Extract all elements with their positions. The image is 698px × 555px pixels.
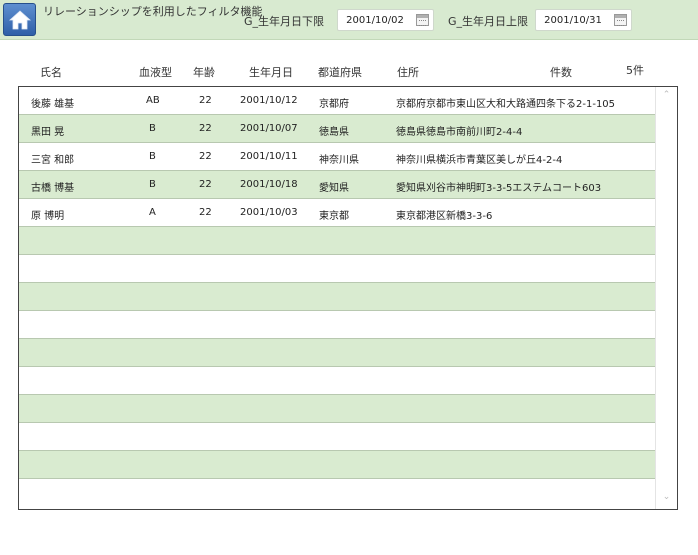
chevron-up-icon[interactable]: ⌃ bbox=[662, 91, 671, 100]
cell-address: 徳島県徳島市南前川町2-4-4 bbox=[396, 127, 523, 138]
top-bar: リレーションシップを利用したフィルタ機能 G_生年月日下限 G_生年月日上限 bbox=[0, 0, 698, 40]
cell-age: 22 bbox=[199, 151, 212, 162]
empty-row[interactable] bbox=[19, 367, 656, 395]
filter-lower-date-field[interactable] bbox=[337, 9, 434, 31]
cell-pref: 愛知県 bbox=[319, 183, 349, 194]
column-header-name: 氏名 bbox=[40, 66, 62, 79]
empty-row[interactable] bbox=[19, 395, 656, 423]
calendar-icon[interactable] bbox=[416, 14, 429, 26]
empty-row[interactable] bbox=[19, 479, 656, 507]
empty-row[interactable] bbox=[19, 339, 656, 367]
app-title: リレーションシップを利用したフィルタ機能 bbox=[43, 5, 263, 18]
cell-age: 22 bbox=[199, 179, 212, 190]
cell-address: 神奈川県横浜市青葉区美しが丘4-2-4 bbox=[396, 155, 563, 166]
chevron-down-icon[interactable]: ⌄ bbox=[662, 493, 671, 502]
column-header-age: 年齢 bbox=[193, 66, 215, 79]
cell-birth: 2001/10/11 bbox=[240, 151, 298, 162]
empty-row[interactable] bbox=[19, 255, 656, 283]
cell-birth: 2001/10/18 bbox=[240, 179, 298, 190]
table-row[interactable]: 原 博明 A 22 2001/10/03 東京都 東京都港区新橋3-3-6 bbox=[19, 199, 656, 227]
filter-upper-label: G_生年月日上限 bbox=[448, 15, 529, 28]
cell-address: 京都府京都市東山区大和大路通四条下る2-1-105 bbox=[396, 99, 616, 110]
table-row[interactable]: 黒田 晃 B 22 2001/10/07 徳島県 徳島県徳島市南前川町2-4-4 bbox=[19, 115, 656, 143]
cell-age: 22 bbox=[199, 123, 212, 134]
vertical-scrollbar[interactable]: ⌃ ⌄ bbox=[655, 87, 677, 509]
cell-name: 三宮 和郎 bbox=[31, 155, 75, 166]
cell-name: 黒田 晃 bbox=[31, 127, 65, 138]
cell-blood: A bbox=[149, 207, 156, 218]
filter-lower-label: G_生年月日下限 bbox=[244, 15, 325, 28]
cell-blood: B bbox=[149, 123, 156, 134]
cell-pref: 神奈川県 bbox=[319, 155, 359, 166]
table-row[interactable]: 後藤 雄基 AB 22 2001/10/12 京都府 京都府京都市東山区大和大路… bbox=[19, 87, 656, 115]
record-count: 5件 bbox=[626, 64, 644, 77]
cell-name: 古橋 博基 bbox=[31, 183, 75, 194]
cell-blood: B bbox=[149, 151, 156, 162]
cell-pref: 東京都 bbox=[319, 211, 349, 222]
column-header-birth: 生年月日 bbox=[249, 66, 293, 79]
filter-upper-input[interactable] bbox=[536, 10, 610, 30]
column-header-address: 住所 bbox=[397, 66, 419, 79]
column-header-count: 件数 bbox=[550, 66, 572, 79]
cell-address: 東京都港区新橋3-3-6 bbox=[396, 211, 493, 222]
column-header-blood: 血液型 bbox=[139, 66, 172, 79]
cell-birth: 2001/10/07 bbox=[240, 123, 298, 134]
cell-name: 原 博明 bbox=[31, 211, 65, 222]
table-row[interactable]: 三宮 和郎 B 22 2001/10/11 神奈川県 神奈川県横浜市青葉区美しが… bbox=[19, 143, 656, 171]
empty-row[interactable] bbox=[19, 423, 656, 451]
empty-row[interactable] bbox=[19, 451, 656, 479]
table-row[interactable]: 古橋 博基 B 22 2001/10/18 愛知県 愛知県刈谷市神明町3-3-5… bbox=[19, 171, 656, 199]
home-icon bbox=[8, 10, 32, 30]
empty-row[interactable] bbox=[19, 227, 656, 255]
cell-blood: B bbox=[149, 179, 156, 190]
cell-blood: AB bbox=[146, 95, 160, 106]
column-header-pref: 都道府県 bbox=[318, 66, 362, 79]
empty-row[interactable] bbox=[19, 311, 656, 339]
cell-address: 愛知県刈谷市神明町3-3-5エステムコート603 bbox=[396, 183, 602, 194]
home-button[interactable] bbox=[3, 3, 36, 36]
cell-birth: 2001/10/03 bbox=[240, 207, 298, 218]
filter-lower-input[interactable] bbox=[338, 10, 412, 30]
calendar-icon[interactable] bbox=[614, 14, 627, 26]
record-list: 後藤 雄基 AB 22 2001/10/12 京都府 京都府京都市東山区大和大路… bbox=[18, 86, 678, 510]
filter-upper-date-field[interactable] bbox=[535, 9, 632, 31]
cell-name: 後藤 雄基 bbox=[31, 99, 75, 110]
cell-birth: 2001/10/12 bbox=[240, 95, 298, 106]
cell-age: 22 bbox=[199, 95, 212, 106]
cell-pref: 京都府 bbox=[319, 99, 349, 110]
cell-pref: 徳島県 bbox=[319, 127, 349, 138]
cell-age: 22 bbox=[199, 207, 212, 218]
empty-row[interactable] bbox=[19, 283, 656, 311]
